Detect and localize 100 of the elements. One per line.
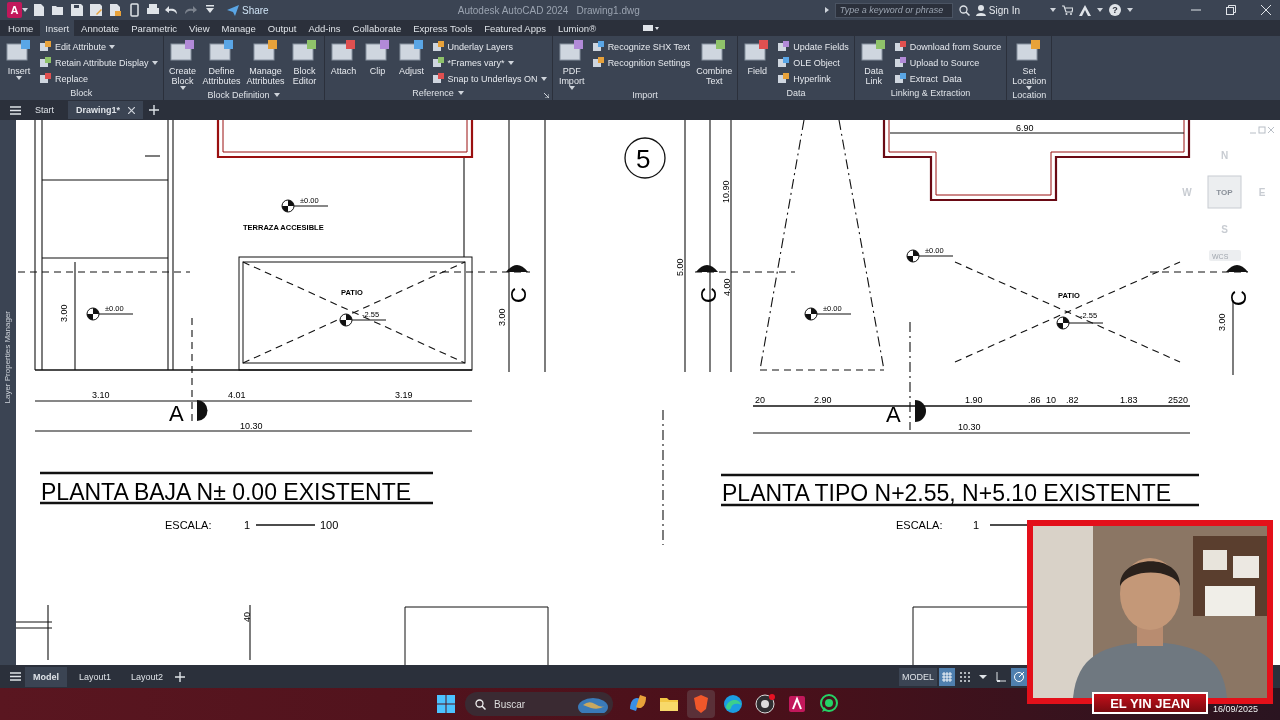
dimension-text: 3.00 <box>59 304 69 322</box>
polar-icon <box>1013 670 1025 683</box>
palette-tab[interactable]: Layer Properties Manager <box>2 311 14 404</box>
ribbon-button[interactable]: Extract Data <box>891 71 1004 86</box>
dimension-text: 6.90 <box>1016 123 1034 133</box>
ribbon-button[interactable]: Underlay Layers <box>429 39 549 54</box>
ribbon-button[interactable]: Hyperlink <box>775 71 851 86</box>
swirl-icon[interactable] <box>722 693 744 715</box>
app-logo[interactable]: A <box>7 2 22 18</box>
layout-tab[interactable]: Layout2 <box>123 666 172 687</box>
folder-icon[interactable] <box>51 3 65 17</box>
printer-icon[interactable] <box>146 3 160 17</box>
ribbon-tab[interactable]: Featured Apps <box>479 20 551 36</box>
ribbon-button[interactable]: Define Attributes <box>200 38 243 86</box>
ribbon-button[interactable]: Field <box>741 38 774 76</box>
polar-toggle[interactable] <box>1011 667 1027 686</box>
tool-icon <box>431 40 445 53</box>
ribbon-button[interactable]: OLE Object <box>775 55 851 70</box>
panel-title: Block <box>70 88 93 98</box>
help-button[interactable]: ? <box>1109 4 1121 16</box>
ribbon-tab[interactable]: Add-ins <box>303 20 346 36</box>
plus-icon[interactable] <box>175 671 186 682</box>
dimension-text: 4.00 <box>722 278 732 296</box>
ribbon-button[interactable]: Create Block <box>166 38 199 90</box>
menu-icon[interactable] <box>10 672 21 681</box>
ribbon-button[interactable]: Upload to Source <box>891 55 1004 70</box>
ribbon-button[interactable]: Manage Attributes <box>244 38 287 86</box>
dimension-text: .86 <box>1028 395 1041 405</box>
section-letter: C <box>696 287 721 303</box>
app-icon[interactable] <box>786 693 808 715</box>
ribbon-tab[interactable]: Lumion® <box>552 20 602 36</box>
triangle-logo-icon <box>1079 4 1091 16</box>
file-tab[interactable]: Start <box>27 101 62 119</box>
scale-text: 1 <box>973 519 980 531</box>
ribbon-button[interactable]: *Frames vary* <box>429 55 549 70</box>
ribbon-button[interactable]: Clip <box>361 38 394 76</box>
page-icon[interactable] <box>108 3 122 17</box>
ribbon-button[interactable]: Edit Attribute <box>37 39 160 54</box>
disk-pencil-icon[interactable] <box>89 3 103 17</box>
panel-title: Reference <box>412 88 454 98</box>
dimension-text: 2.90 <box>814 395 832 405</box>
ribbon-tab[interactable]: View <box>184 20 215 36</box>
menu-icon[interactable] <box>10 105 21 115</box>
record-icon[interactable] <box>754 693 776 715</box>
ortho-icon <box>995 670 1007 683</box>
chat-bubble-icon[interactable] <box>818 693 840 715</box>
ribbon-tab[interactable]: Manage <box>216 20 261 36</box>
tool-icon <box>893 72 907 85</box>
send-icon <box>227 4 239 16</box>
scale-text: 1 <box>244 519 251 531</box>
ribbon-tab[interactable]: Home <box>3 20 39 36</box>
close-icon[interactable] <box>1260 5 1271 15</box>
grid-bubble <box>624 137 666 179</box>
ribbon-button[interactable]: Combine Text <box>694 38 735 86</box>
dimension-text: 4.01 <box>228 390 246 400</box>
ribbon-tab[interactable]: Output <box>262 20 302 36</box>
sign-in-button[interactable]: Sign In <box>975 4 1020 16</box>
dimension-text: 3.00 <box>497 308 507 326</box>
panel-title: Location <box>1012 90 1047 100</box>
plus-icon[interactable] <box>149 105 160 115</box>
ribbon-button[interactable]: Replace <box>37 71 160 86</box>
ribbon-tab[interactable]: Collaborate <box>347 20 407 36</box>
caret-icon <box>1050 8 1056 12</box>
ribbon-button[interactable]: PDF Import <box>555 38 588 90</box>
page-icon[interactable] <box>32 3 46 17</box>
taskbar-date: 16/09/2025 <box>1212 704 1258 714</box>
ribbon-button[interactable]: Recognize SHX Text <box>589 39 693 54</box>
ribbon-button[interactable]: Retain Attribute Display <box>37 55 160 70</box>
layout-tab[interactable]: Model <box>25 666 67 687</box>
scale-text: ESCALA: <box>896 519 943 531</box>
ribbon-tab[interactable]: Insert <box>40 20 75 36</box>
tool-icon <box>591 56 605 69</box>
app-title: Autodesk AutoCAD 2024 <box>457 4 569 16</box>
restore-icon[interactable] <box>1225 5 1236 15</box>
phone-icon[interactable] <box>127 3 141 17</box>
ribbon-button[interactable]: Snap to Underlays ON <box>429 71 549 86</box>
ribbon-button[interactable]: Adjust <box>395 38 428 76</box>
grid-toggle[interactable] <box>939 667 955 686</box>
file-name: Drawing1.dwg <box>576 4 640 16</box>
section-letter: C <box>506 287 531 303</box>
search-field[interactable]: Type a keyword or phrase <box>834 2 953 18</box>
taskbar-search-field[interactable]: Buscar <box>465 692 613 716</box>
ribbon-button[interactable]: Download from Source <box>891 39 1004 54</box>
ribbon-button[interactable]: Update Fields <box>775 39 851 54</box>
layout-tab[interactable]: Layout1 <box>71 666 120 687</box>
dimension-text: 10.30 <box>958 422 981 432</box>
ribbon-button[interactable]: Block Editor <box>288 38 321 86</box>
ribbon-tab[interactable]: Express Tools <box>408 20 478 36</box>
ribbon-button[interactable]: Data Link <box>857 38 890 86</box>
file-tab[interactable]: Drawing1* <box>68 101 144 119</box>
ribbon-tab[interactable]: Parametric <box>126 20 183 36</box>
dimension-text: 3.10 <box>92 390 110 400</box>
ribbon-button[interactable]: Insert <box>3 38 35 80</box>
share-button[interactable]: Share <box>223 4 273 16</box>
name-caption: EL YIN JEAN <box>1092 692 1208 714</box>
ribbon-button[interactable]: Attach <box>327 38 360 76</box>
ribbon-tab[interactable]: Annotate <box>76 20 125 36</box>
ribbon-button[interactable]: Set Location <box>1010 38 1049 90</box>
ribbon-button[interactable]: Recognition Settings <box>589 55 693 70</box>
model-space-button[interactable]: MODEL <box>899 667 937 686</box>
